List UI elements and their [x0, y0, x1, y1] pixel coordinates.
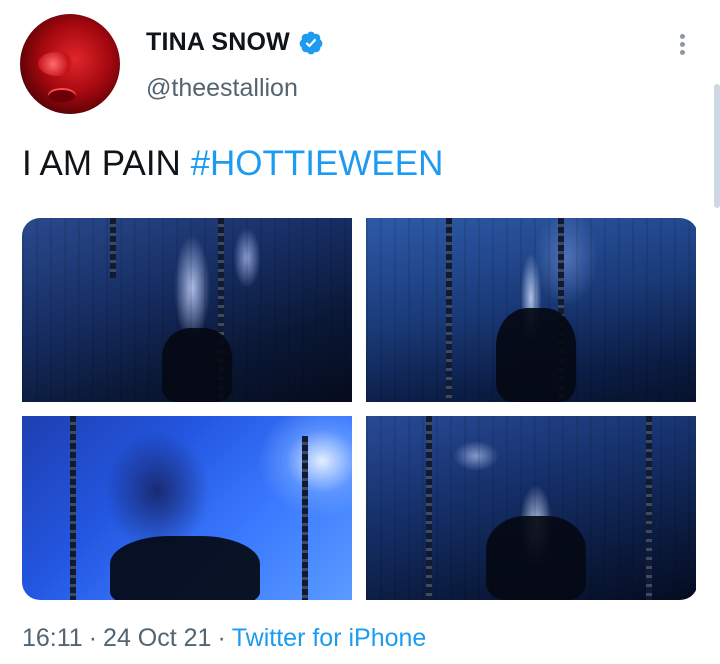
more-dot — [679, 33, 685, 39]
media-grid — [22, 218, 698, 600]
photo-chain — [70, 416, 76, 600]
author-name-row: TINA SNOW — [146, 28, 324, 57]
photo-chain — [646, 416, 652, 600]
verified-badge-icon — [299, 31, 323, 54]
meta-separator: · — [217, 624, 226, 652]
photo-chain — [302, 436, 308, 600]
avatar-face-highlight — [38, 52, 76, 76]
scrollbar-thumb[interactable] — [714, 84, 720, 208]
tweet-body-text: I AM PAIN — [22, 144, 191, 183]
hashtag-link[interactable]: #HOTTIEWEEN — [191, 144, 444, 183]
media-photo-3[interactable] — [22, 416, 352, 600]
meta-separator: · — [88, 624, 98, 652]
media-photo-4[interactable] — [366, 416, 696, 600]
tweet-time[interactable]: 16:11 — [22, 624, 83, 652]
more-dot — [679, 41, 685, 47]
avatar-lips-shape — [48, 88, 76, 102]
tweet-metadata: 16:11 · 24 Oct 21 · Twitter for iPhone — [22, 624, 426, 653]
tweet-card: TINA SNOW @theestallion I AM PAIN #HOTTI… — [0, 0, 720, 664]
photo-chain — [110, 218, 116, 278]
media-photo-2[interactable] — [366, 218, 696, 402]
photo-chain — [446, 218, 452, 402]
media-photo-1[interactable] — [22, 218, 352, 402]
photo-figure-silhouette — [162, 328, 232, 402]
photo-figure-silhouette — [496, 308, 576, 402]
author-display-name[interactable]: TINA SNOW — [146, 28, 290, 57]
author-handle[interactable]: @theestallion — [146, 74, 298, 103]
photo-chain — [426, 416, 432, 600]
photo-figure-silhouette — [110, 536, 260, 600]
tweet-date[interactable]: 24 Oct 21 — [103, 624, 211, 652]
more-dot — [679, 49, 685, 55]
profile-avatar[interactable] — [20, 14, 120, 114]
more-vertical-icon[interactable] — [670, 30, 694, 58]
tweet-text: I AM PAIN #HOTTIEWEEN — [22, 142, 443, 186]
photo-figure-silhouette — [486, 516, 586, 600]
tweet-source-link[interactable]: Twitter for iPhone — [232, 624, 427, 652]
